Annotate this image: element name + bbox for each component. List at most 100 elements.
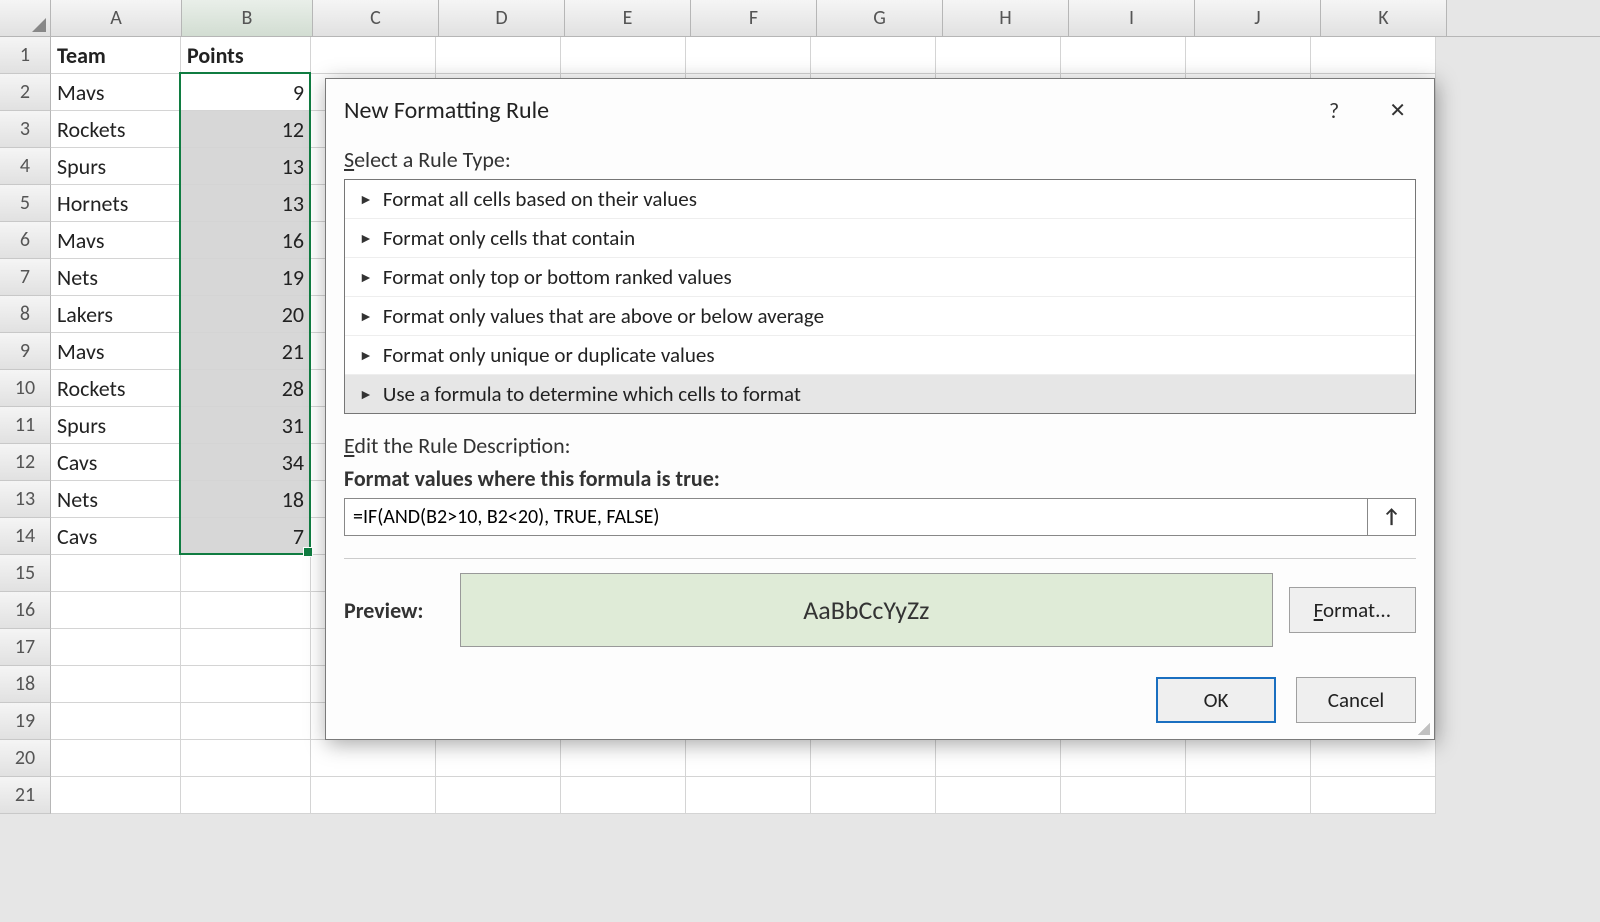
cell-K20[interactable]: [1311, 740, 1436, 777]
cell-C21[interactable]: [311, 777, 436, 814]
cell-E20[interactable]: [561, 740, 686, 777]
cell-H21[interactable]: [936, 777, 1061, 814]
cell-A15[interactable]: [51, 555, 181, 592]
row-header-13[interactable]: 13: [0, 481, 51, 518]
row-header-2[interactable]: 2: [0, 74, 51, 111]
column-header-I[interactable]: I: [1069, 0, 1195, 36]
row-header-17[interactable]: 17: [0, 629, 51, 666]
rule-type-option[interactable]: ► Use a formula to determine which cells…: [345, 375, 1415, 413]
cell-F20[interactable]: [686, 740, 811, 777]
rule-type-list[interactable]: ► Format all cells based on their values…: [344, 179, 1416, 414]
rule-type-option[interactable]: ► Format only values that are above or b…: [345, 297, 1415, 336]
rule-type-option[interactable]: ► Format only top or bottom ranked value…: [345, 258, 1415, 297]
column-header-C[interactable]: C: [313, 0, 439, 36]
cell-G1[interactable]: [811, 37, 936, 74]
cell-E1[interactable]: [561, 37, 686, 74]
cell-A6[interactable]: Mavs: [51, 222, 181, 259]
cell-B18[interactable]: [181, 666, 311, 703]
row-header-10[interactable]: 10: [0, 370, 51, 407]
cell-A16[interactable]: [51, 592, 181, 629]
cell-A14[interactable]: Cavs: [51, 518, 181, 555]
select-all-corner[interactable]: [0, 0, 51, 36]
row-header-8[interactable]: 8: [0, 296, 51, 333]
cell-B14[interactable]: 7: [181, 518, 311, 555]
rule-type-option[interactable]: ► Format only cells that contain: [345, 219, 1415, 258]
cell-B5[interactable]: 13: [181, 185, 311, 222]
cell-H20[interactable]: [936, 740, 1061, 777]
cell-K21[interactable]: [1311, 777, 1436, 814]
cell-B7[interactable]: 19: [181, 259, 311, 296]
cell-B20[interactable]: [181, 740, 311, 777]
cell-B9[interactable]: 21: [181, 333, 311, 370]
cell-G20[interactable]: [811, 740, 936, 777]
row-header-3[interactable]: 3: [0, 111, 51, 148]
row-header-4[interactable]: 4: [0, 148, 51, 185]
cell-B11[interactable]: 31: [181, 407, 311, 444]
column-header-H[interactable]: H: [943, 0, 1069, 36]
cell-B2[interactable]: 9: [181, 74, 311, 111]
cell-A17[interactable]: [51, 629, 181, 666]
column-header-A[interactable]: A: [51, 0, 182, 36]
row-header-1[interactable]: 1: [0, 37, 51, 74]
cell-B1[interactable]: Points: [181, 37, 311, 74]
cell-A13[interactable]: Nets: [51, 481, 181, 518]
column-header-B[interactable]: B: [182, 0, 313, 36]
cell-A3[interactable]: Rockets: [51, 111, 181, 148]
cell-I21[interactable]: [1061, 777, 1186, 814]
cell-D21[interactable]: [436, 777, 561, 814]
cell-A4[interactable]: Spurs: [51, 148, 181, 185]
cell-B16[interactable]: [181, 592, 311, 629]
column-header-J[interactable]: J: [1195, 0, 1321, 36]
cell-B17[interactable]: [181, 629, 311, 666]
cell-I1[interactable]: [1061, 37, 1186, 74]
cell-B19[interactable]: [181, 703, 311, 740]
rule-type-option[interactable]: ► Format only unique or duplicate values: [345, 336, 1415, 375]
dialog-close-button[interactable]: ✕: [1379, 94, 1416, 127]
row-header-15[interactable]: 15: [0, 555, 51, 592]
cell-J21[interactable]: [1186, 777, 1311, 814]
resize-grip-icon[interactable]: [1418, 723, 1430, 735]
cell-H1[interactable]: [936, 37, 1061, 74]
cell-A21[interactable]: [51, 777, 181, 814]
row-header-12[interactable]: 12: [0, 444, 51, 481]
ok-button[interactable]: OK: [1156, 677, 1276, 723]
column-header-K[interactable]: K: [1321, 0, 1447, 36]
cell-G21[interactable]: [811, 777, 936, 814]
row-header-5[interactable]: 5: [0, 185, 51, 222]
formula-input[interactable]: [344, 498, 1368, 536]
cell-F1[interactable]: [686, 37, 811, 74]
cell-I20[interactable]: [1061, 740, 1186, 777]
row-header-16[interactable]: 16: [0, 592, 51, 629]
row-header-6[interactable]: 6: [0, 222, 51, 259]
cell-D20[interactable]: [436, 740, 561, 777]
cell-B3[interactable]: 12: [181, 111, 311, 148]
cancel-button[interactable]: Cancel: [1296, 677, 1416, 723]
cell-A18[interactable]: [51, 666, 181, 703]
cell-C20[interactable]: [311, 740, 436, 777]
cell-B21[interactable]: [181, 777, 311, 814]
cell-K1[interactable]: [1311, 37, 1436, 74]
cell-A10[interactable]: Rockets: [51, 370, 181, 407]
cell-A2[interactable]: Mavs: [51, 74, 181, 111]
row-header-11[interactable]: 11: [0, 407, 51, 444]
cell-A11[interactable]: Spurs: [51, 407, 181, 444]
cell-B13[interactable]: 18: [181, 481, 311, 518]
dialog-help-button[interactable]: ?: [1319, 93, 1349, 128]
cell-B12[interactable]: 34: [181, 444, 311, 481]
column-header-G[interactable]: G: [817, 0, 943, 36]
cell-B15[interactable]: [181, 555, 311, 592]
row-header-20[interactable]: 20: [0, 740, 51, 777]
cell-B4[interactable]: 13: [181, 148, 311, 185]
cell-J1[interactable]: [1186, 37, 1311, 74]
collapse-dialog-button[interactable]: ↑: [1368, 498, 1416, 536]
row-header-19[interactable]: 19: [0, 703, 51, 740]
row-header-14[interactable]: 14: [0, 518, 51, 555]
cell-A1[interactable]: Team: [51, 37, 181, 74]
row-header-7[interactable]: 7: [0, 259, 51, 296]
cell-C1[interactable]: [311, 37, 436, 74]
cell-F21[interactable]: [686, 777, 811, 814]
row-header-18[interactable]: 18: [0, 666, 51, 703]
cell-A20[interactable]: [51, 740, 181, 777]
cell-B10[interactable]: 28: [181, 370, 311, 407]
column-header-E[interactable]: E: [565, 0, 691, 36]
